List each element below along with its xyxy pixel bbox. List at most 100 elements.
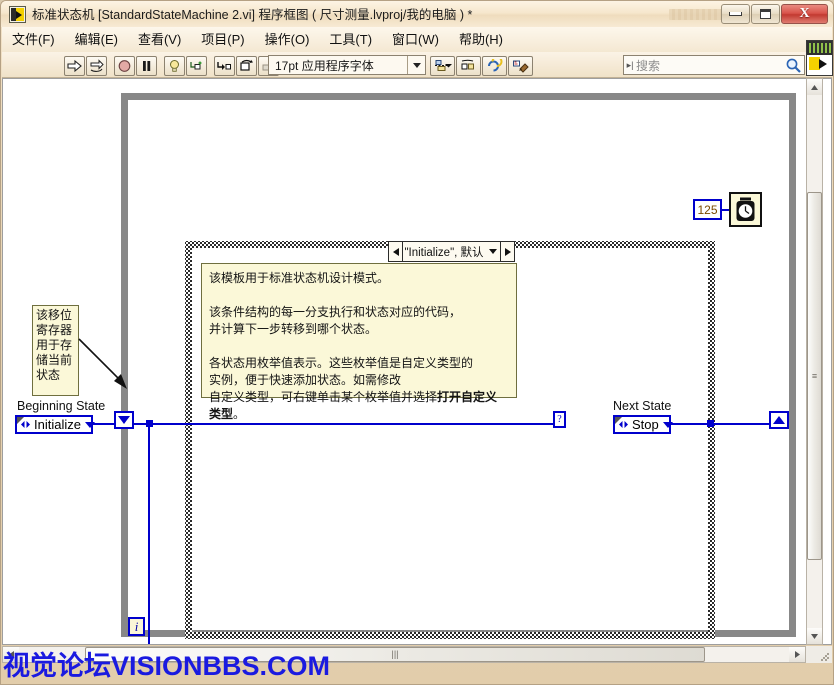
- menu-bar: 文件(F) 编辑(E) 查看(V) 项目(P) 操作(O) 工具(T) 窗口(W…: [2, 27, 832, 52]
- menu-help[interactable]: 帮助(H): [449, 27, 513, 52]
- chevron-down-icon: [489, 249, 497, 254]
- menu-file[interactable]: 文件(F): [2, 27, 65, 52]
- maximize-button[interactable]: [751, 4, 780, 24]
- search-input[interactable]: ▸| 搜索: [623, 55, 805, 75]
- case-selector-text: "Initialize", 默认: [403, 244, 485, 260]
- distribute-objects-icon: [460, 59, 478, 73]
- pause-button[interactable]: [136, 56, 157, 76]
- scrollbar-grip: ≡: [812, 372, 817, 381]
- reorder-objects-button[interactable]: [482, 56, 507, 76]
- wait-ms-clock-icon: [734, 197, 758, 223]
- font-selector-chevron-down-icon[interactable]: [407, 56, 425, 74]
- comment-line-8: 自定义类型，可右键单击某个枚举值并选择打开自定义类型。: [209, 389, 509, 423]
- enum-chevron-down-icon[interactable]: [663, 422, 673, 428]
- pause-icon: [139, 59, 154, 73]
- wait-ms-node[interactable]: [729, 192, 762, 227]
- toolbar: 17pt 应用程序字体: [2, 52, 832, 78]
- scroll-up-icon: [810, 84, 819, 91]
- wire-down-to-compare: [148, 423, 150, 645]
- comment-last-suffix: 。: [233, 407, 245, 421]
- wire-nextstate-to-right-shiftregister: [669, 423, 772, 425]
- menu-edit[interactable]: 编辑(E): [65, 27, 128, 52]
- case-prev-button[interactable]: [389, 242, 403, 261]
- comment-line-7: 实例，便于快速添加状态。如需修改: [209, 372, 509, 389]
- comment-line-1: 该模板用于标准状态机设计模式。: [209, 270, 509, 287]
- highlight-execution-button[interactable]: [164, 56, 185, 76]
- scroll-right-button[interactable]: [789, 647, 805, 662]
- shift-register-up-icon: [773, 416, 785, 424]
- wire-junction-right: [707, 420, 714, 427]
- step-into-button[interactable]: [214, 56, 235, 76]
- comment-line-5: [209, 338, 509, 355]
- run-continuously-button[interactable]: [86, 56, 107, 76]
- run-arrow-icon: [67, 59, 82, 73]
- next-state-label: Next State: [613, 399, 671, 413]
- align-objects-button[interactable]: [430, 56, 455, 76]
- next-state-enum-value: Stop: [632, 417, 659, 432]
- title-bar: 标准状态机 [StandardStateMachine 2.vi] 程序框图 (…: [1, 1, 833, 27]
- beginning-state-enum-value: Initialize: [34, 417, 81, 432]
- menu-operate[interactable]: 操作(O): [255, 27, 320, 52]
- shift-register-left[interactable]: [114, 411, 134, 429]
- next-state-enum-constant[interactable]: Stop: [613, 415, 671, 434]
- right-arrow-icon: [505, 248, 511, 256]
- loop-iteration-terminal[interactable]: i: [128, 617, 145, 636]
- title-artifact: [669, 9, 723, 20]
- labview-vi-icon: [9, 6, 26, 23]
- menu-project[interactable]: 项目(P): [191, 27, 254, 52]
- minimize-button[interactable]: [721, 4, 750, 24]
- highlight-execution-lightbulb-icon: [167, 59, 182, 73]
- font-selector-label: 17pt 应用程序字体: [269, 57, 407, 74]
- callout-arrow-icon: [77, 337, 139, 399]
- comment-line-6: 各状态用枚举值表示。这些枚举值是自定义类型的: [209, 355, 509, 372]
- search-pin-icon: ▸|: [624, 60, 636, 71]
- shift-register-right[interactable]: [769, 411, 789, 429]
- scroll-down-icon: [810, 633, 819, 640]
- enum-corner-icon: [17, 417, 24, 424]
- vertical-scrollbar[interactable]: ≡: [806, 78, 823, 645]
- clean-up-diagram-icon: [512, 59, 530, 73]
- maximize-icon: [760, 9, 771, 19]
- vertical-scrollbar-thumb[interactable]: ≡: [807, 192, 822, 560]
- abort-execution-icon: [117, 59, 132, 73]
- left-arrow-icon: [393, 248, 399, 256]
- scroll-up-button[interactable]: [807, 79, 822, 95]
- close-icon: X: [799, 7, 809, 21]
- font-selector[interactable]: 17pt 应用程序字体: [268, 55, 426, 75]
- wait-ms-constant[interactable]: 125: [693, 199, 722, 220]
- menu-window[interactable]: 窗口(W): [382, 27, 449, 52]
- comment-line-4: 并计算下一步转移到哪个状态。: [209, 321, 509, 338]
- case-selector-dropdown[interactable]: [485, 249, 500, 254]
- run-button[interactable]: [64, 56, 85, 76]
- distribute-objects-button[interactable]: [456, 56, 481, 76]
- beginning-state-enum-constant[interactable]: Initialize: [15, 415, 93, 434]
- step-over-icon: [239, 59, 254, 73]
- diagram-comment[interactable]: 该模板用于标准状态机设计模式。 该条件结构的每一分支执行和状态对应的代码， 并计…: [201, 263, 517, 398]
- retain-wire-values-icon: [189, 59, 204, 73]
- clean-up-diagram-button[interactable]: [508, 56, 533, 76]
- menu-view[interactable]: 查看(V): [128, 27, 191, 52]
- shift-register-down-icon: [118, 416, 130, 424]
- magnifier-icon[interactable]: [784, 57, 804, 73]
- wire-shiftregister-to-case: [132, 423, 556, 425]
- step-over-button[interactable]: [236, 56, 257, 76]
- shift-register-callout[interactable]: 该移位寄存器用于存储当前状态: [32, 305, 79, 396]
- comment-last-prefix: 自定义类型，可右键单击某个枚举值并选择: [209, 390, 437, 404]
- case-next-button[interactable]: [500, 242, 514, 261]
- comment-line-2: [209, 287, 509, 304]
- scrollbar-corner: [806, 646, 832, 663]
- enum-chevron-down-icon[interactable]: [85, 422, 95, 428]
- case-selector-label[interactable]: "Initialize", 默认: [388, 241, 515, 262]
- minimize-icon: [729, 12, 742, 16]
- abort-execution-button[interactable]: [114, 56, 135, 76]
- align-objects-icon: [434, 59, 452, 73]
- block-diagram-canvas[interactable]: "Initialize", 默认 ? 该模板用于标准状态机设计模式。 该条件结构…: [2, 78, 832, 645]
- close-button[interactable]: X: [781, 4, 828, 24]
- retain-wire-values-button[interactable]: [186, 56, 207, 76]
- menu-tools[interactable]: 工具(T): [319, 27, 382, 52]
- vi-icon-corner[interactable]: [806, 40, 833, 76]
- window-title: 标准状态机 [StandardStateMachine 2.vi] 程序框图 (…: [32, 6, 472, 24]
- resize-grip-icon[interactable]: [820, 652, 830, 662]
- case-selector-terminal[interactable]: ?: [553, 411, 566, 428]
- scroll-down-button[interactable]: [807, 628, 822, 644]
